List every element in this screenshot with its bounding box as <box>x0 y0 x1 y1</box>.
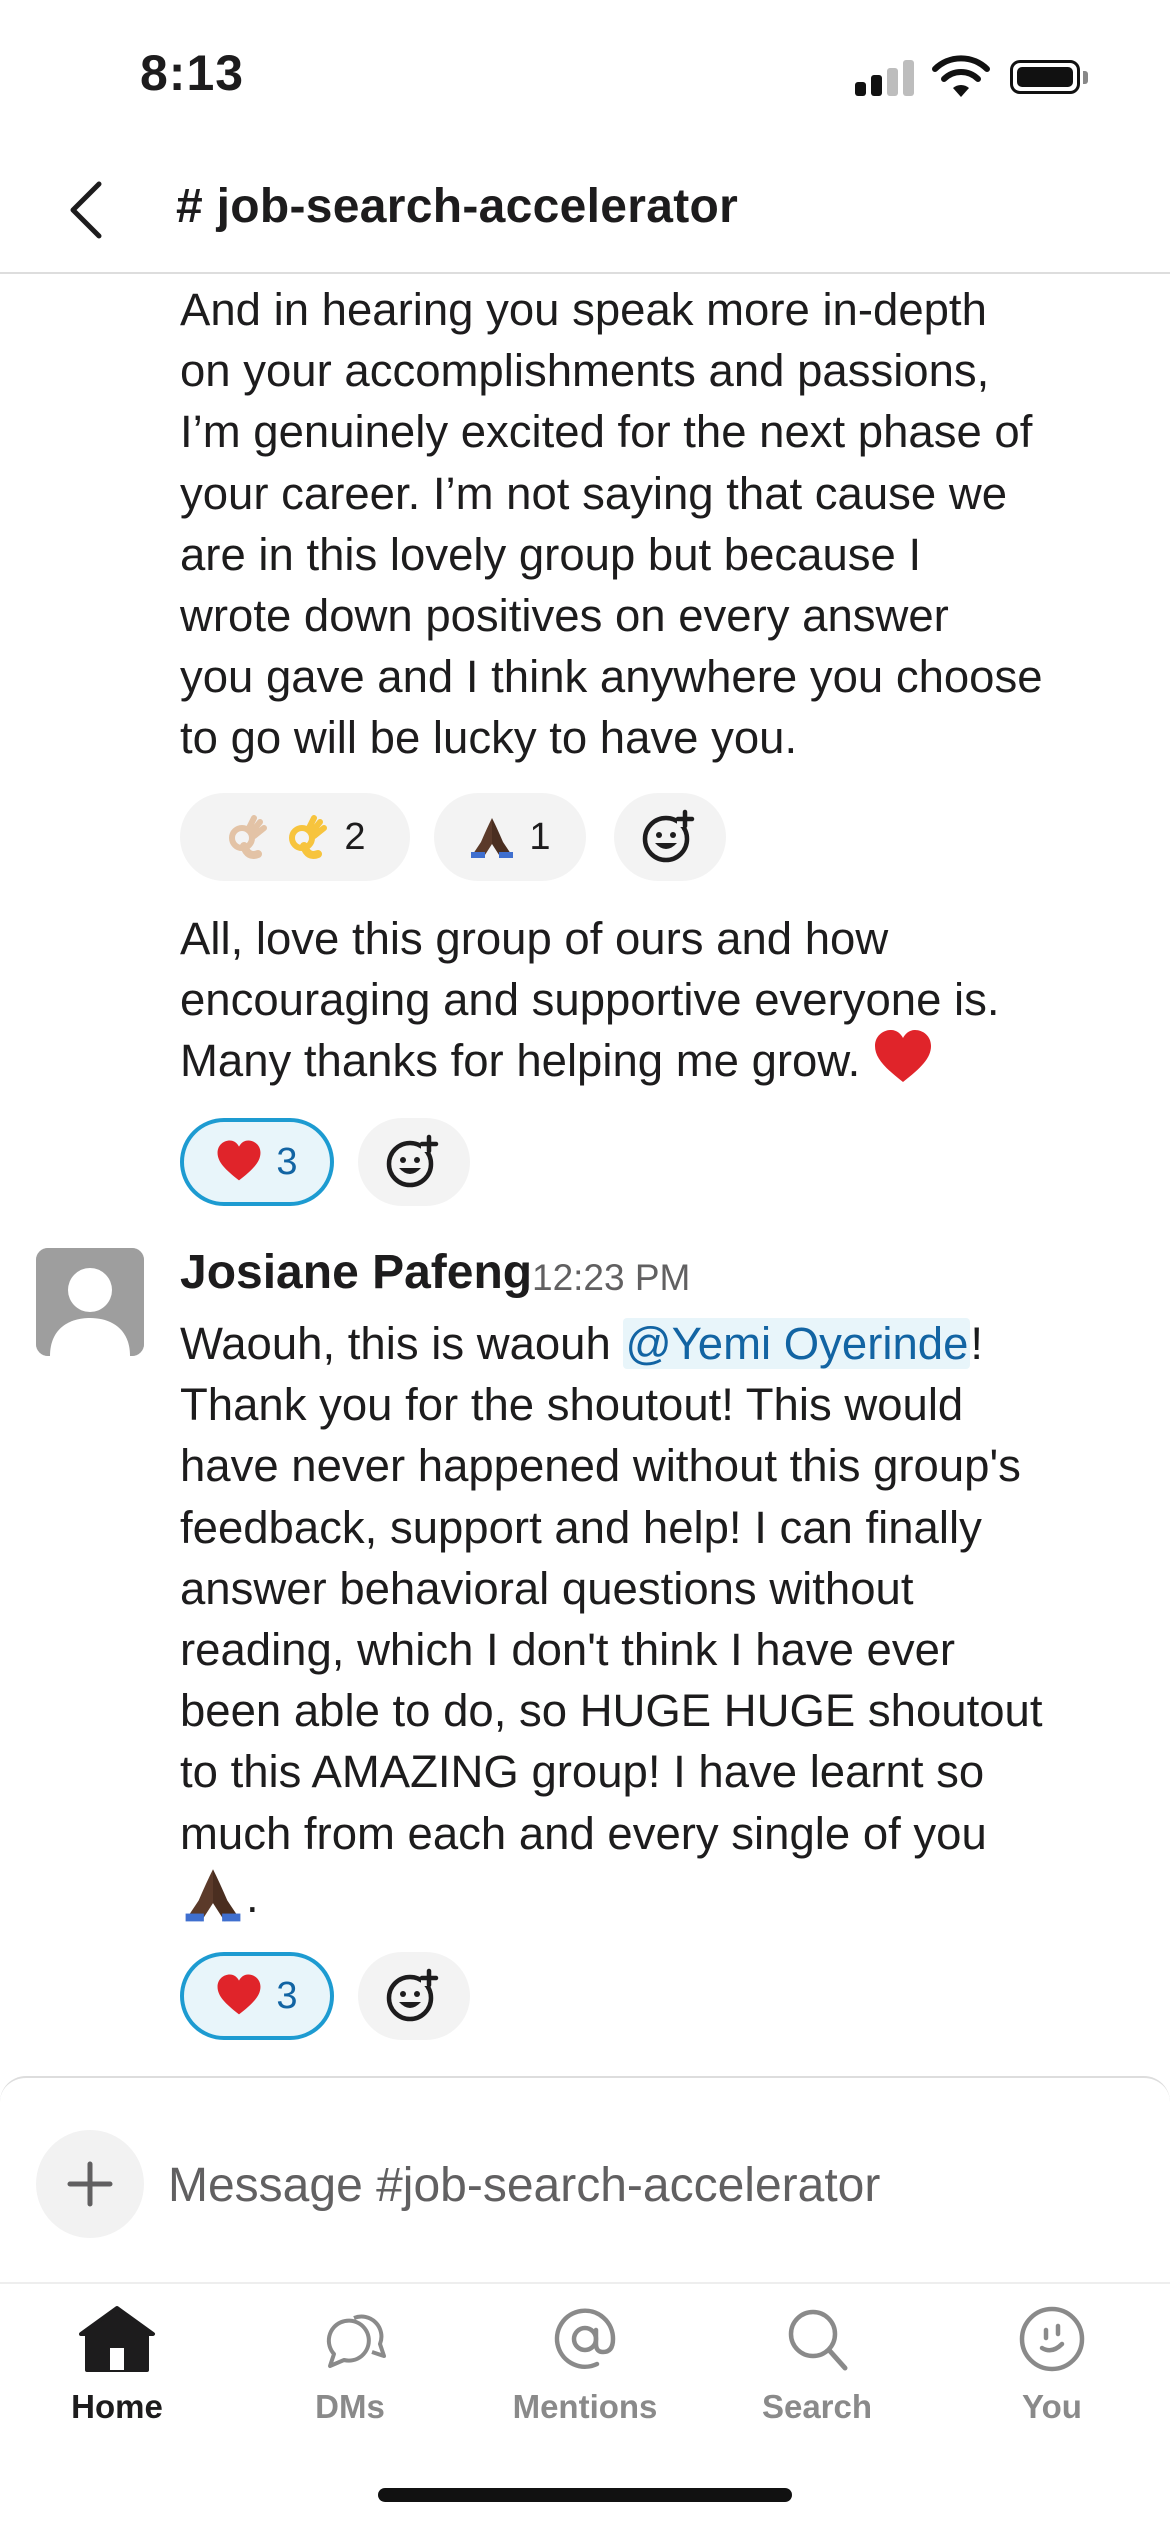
folded-hands-emoji-icon <box>471 818 514 858</box>
message-text: . <box>246 1870 259 1922</box>
status-bar: 8:13 <box>0 0 1170 150</box>
message-line: Many thanks for helping me grow. <box>180 1035 861 1087</box>
you-icon <box>1019 2306 1085 2372</box>
status-time: 8:13 <box>140 45 245 101</box>
battery-icon <box>1010 60 1080 94</box>
tab-label: Search <box>761 2388 873 2425</box>
ok-hand-light-emoji-icon <box>229 815 268 859</box>
red-heart-emoji-icon <box>217 1974 261 2015</box>
back-button[interactable] <box>55 170 125 250</box>
tab-label: DMs <box>315 2388 385 2425</box>
message-input[interactable] <box>168 2150 1128 2220</box>
tab-mentions[interactable]: Mentions <box>485 2304 685 2454</box>
tab-search[interactable]: Search <box>717 2304 917 2454</box>
message-body: Waouh, this is waouh @Yemi Oyerinde! Tha… <box>180 1313 1140 1925</box>
message-line: feedback, support and help! I can finall… <box>180 1501 982 1553</box>
reaction-red-heart[interactable]: 3 <box>180 1952 334 2040</box>
tab-dms[interactable]: DMs <box>250 2304 450 2454</box>
message-timestamp: 12:23 PM <box>532 1257 691 1298</box>
tab-home[interactable]: Home <box>17 2304 217 2454</box>
channel-header: # job-search-accelerator <box>0 150 1170 274</box>
red-heart-emoji-icon <box>217 1140 261 1181</box>
message-line: are in this lovely group but because I <box>180 528 922 580</box>
wifi-icon <box>932 55 990 97</box>
ok-hand-emoji-icon <box>289 815 328 859</box>
chevron-left-icon <box>70 181 102 239</box>
add-reaction-button[interactable] <box>614 793 726 881</box>
reaction-count: 1 <box>529 815 551 858</box>
message-line: on your accomplishments and passions, <box>180 345 990 397</box>
message-line: have never happened without this group's <box>180 1440 1021 1492</box>
plus-icon <box>67 2161 113 2207</box>
message-line: you gave and I think anywhere you choose <box>180 651 1043 703</box>
message-line: much from each and every single of you <box>180 1807 987 1859</box>
home-indicator <box>378 2488 792 2502</box>
folded-hands-emoji-icon <box>185 1868 241 1922</box>
tab-label: Mentions <box>512 2388 658 2425</box>
reaction-ok-hand[interactable]: 2 <box>180 793 410 881</box>
channel-title[interactable]: # job-search-accelerator <box>176 172 738 242</box>
message-line: wrote down positives on every answer <box>180 589 949 641</box>
user-mention[interactable]: @Yemi Oyerinde <box>623 1318 971 1369</box>
avatar[interactable] <box>36 1248 144 1356</box>
message-text: ! <box>970 1318 984 1369</box>
message-author[interactable]: Josiane Pafeng <box>180 1240 532 1306</box>
message-text: Waouh, this is waouh <box>180 1318 624 1369</box>
message-body: And in hearing you speak more in-depth o… <box>180 279 1140 769</box>
message-line: I’m genuinely excited for the next phase… <box>180 406 1033 458</box>
message-line: your career. I’m not saying that cause w… <box>180 467 1007 519</box>
dms-icon <box>326 2314 386 2368</box>
add-emoji-icon <box>386 1134 439 1188</box>
message-composer <box>0 2076 1170 2284</box>
reaction-count: 3 <box>276 1974 298 2017</box>
red-heart-emoji-icon <box>874 1030 931 1083</box>
message-line: answer behavioral questions without <box>180 1562 914 1614</box>
message-body: All, love this group of ours and how enc… <box>180 908 1140 1092</box>
add-reaction-button[interactable] <box>358 1118 470 1206</box>
add-emoji-icon <box>642 809 695 863</box>
attach-button[interactable] <box>36 2130 144 2238</box>
default-avatar-icon <box>36 1248 144 1356</box>
search-icon <box>788 2309 848 2371</box>
reaction-count: 3 <box>276 1140 298 1183</box>
home-icon <box>79 2306 155 2372</box>
message-line: reading, which I don't think I have ever <box>180 1623 956 1675</box>
reaction-count: 2 <box>344 815 366 858</box>
reaction-red-heart[interactable]: 3 <box>180 1118 334 1206</box>
mentions-icon <box>554 2308 616 2369</box>
message-line: All, love this group of ours and how <box>180 913 889 964</box>
message-line: And in hearing you speak more in-depth <box>180 284 987 335</box>
tab-you[interactable]: You <box>952 2304 1152 2454</box>
add-reaction-button[interactable] <box>358 1952 470 2040</box>
message-line: to this AMAZING group! I have learnt so <box>180 1746 985 1798</box>
tab-label: You <box>1022 2388 1082 2425</box>
message-line: Thank you for the shoutout! This would <box>180 1379 964 1431</box>
message-line: encouraging and supportive everyone is. <box>180 974 1000 1026</box>
message-line: been able to do, so HUGE HUGE shoutout <box>180 1685 1043 1737</box>
reaction-folded-hands[interactable]: 1 <box>434 793 586 881</box>
cellular-signal-icon <box>855 60 915 96</box>
tab-label: Home <box>71 2388 163 2425</box>
add-emoji-icon <box>386 1968 439 2022</box>
message-line: to go will be lucky to have you. <box>180 712 798 764</box>
